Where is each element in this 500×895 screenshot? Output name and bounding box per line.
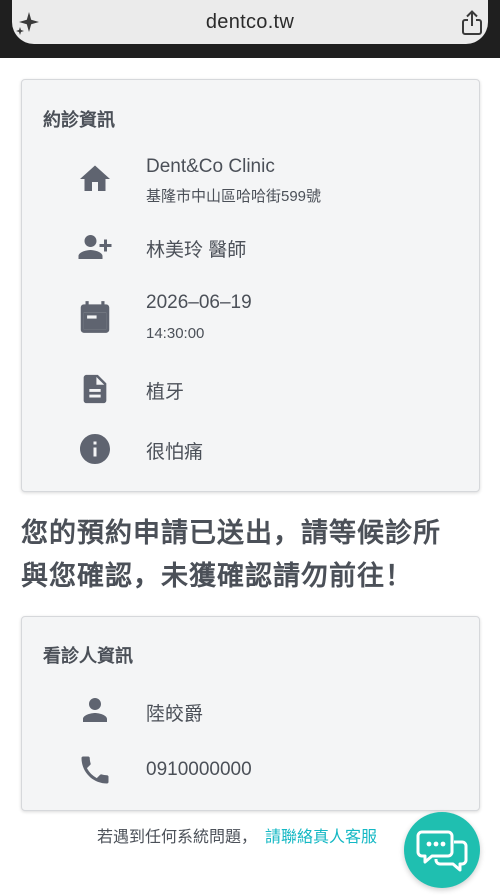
browser-bar: dentco.tw — [0, 0, 500, 58]
submission-notice: 您的預約申請已送出，請等候診所 與您確認，未獲確認請勿前往！ — [21, 512, 491, 598]
contact-support-link[interactable]: 請聯絡真人客服 — [265, 829, 377, 846]
phone-icon — [76, 751, 114, 789]
address-bar[interactable]: dentco.tw — [12, 0, 488, 44]
appointment-info-card: 約診資訊 Dent&Co Clinic 基隆市中山區哈哈街599號 林美玲 醫師… — [21, 79, 480, 492]
patient-note: 很怕痛 — [146, 442, 204, 463]
support-footer-text: 若遇到任何系統問題， — [97, 829, 258, 846]
home-icon — [76, 160, 114, 198]
patient-info-card: 看診人資訊 陸皎爵 0910000000 — [21, 616, 480, 811]
appointment-time: 14:30:00 — [146, 325, 205, 342]
chat-support-button[interactable] — [404, 812, 480, 888]
patient-card-title: 看診人資訊 — [43, 646, 133, 666]
treatment-type: 植牙 — [146, 382, 185, 403]
notice-line-1: 您的預約申請已送出，請等候診所 — [21, 518, 441, 548]
treatment-row: 植牙 — [22, 370, 479, 410]
document-icon — [76, 370, 114, 408]
patient-name: 陸皎爵 — [146, 704, 204, 725]
url-text[interactable]: dentco.tw — [206, 11, 294, 34]
add-person-icon — [76, 228, 114, 266]
patient-phone: 0910000000 — [146, 759, 252, 780]
clinic-row: Dent&Co Clinic 基隆市中山區哈哈街599號 — [22, 156, 479, 216]
clinic-name: Dent&Co Clinic — [146, 156, 275, 177]
patient-name-row: 陸皎爵 — [22, 691, 479, 731]
patient-phone-row: 0910000000 — [22, 751, 479, 791]
sparkle-icon[interactable] — [14, 9, 42, 37]
appointment-card-title: 約診資訊 — [43, 110, 115, 130]
appointment-date: 2026–06–19 — [146, 292, 252, 313]
notice-line-2: 與您確認，未獲確認請勿前往！ — [21, 561, 413, 591]
info-icon — [76, 430, 114, 468]
chat-bubbles-icon — [416, 830, 468, 872]
share-icon[interactable] — [458, 9, 486, 37]
doctor-row: 林美玲 醫師 — [22, 228, 479, 268]
calendar-icon — [76, 298, 114, 336]
clinic-address: 基隆市中山區哈哈街599號 — [146, 188, 322, 205]
support-footer: 若遇到任何系統問題， 請聯絡真人客服 — [97, 823, 377, 847]
note-row: 很怕痛 — [22, 430, 479, 470]
datetime-row: 2026–06–19 14:30:00 — [22, 292, 479, 352]
doctor-name: 林美玲 醫師 — [146, 240, 247, 261]
person-icon — [76, 691, 114, 729]
